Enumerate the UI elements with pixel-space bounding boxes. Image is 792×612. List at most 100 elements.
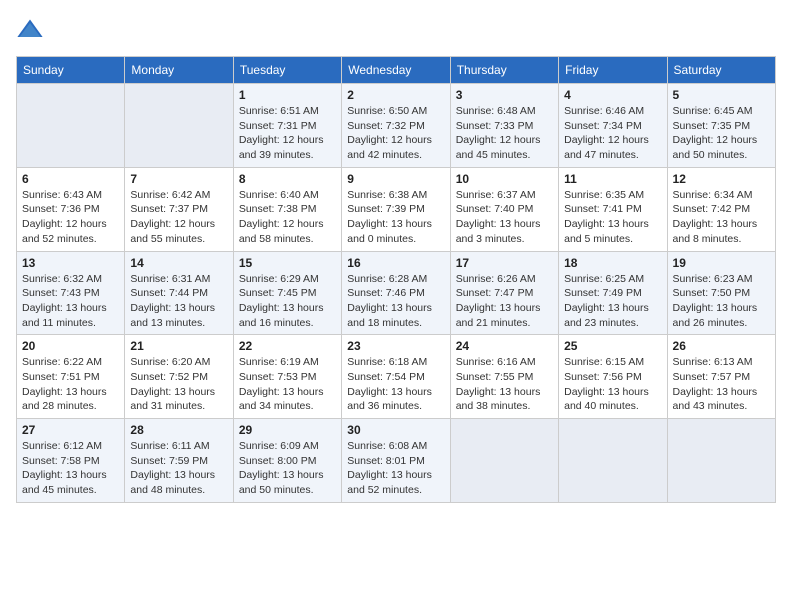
day-number: 18 [564,256,661,270]
calendar-cell: 7 Sunrise: 6:42 AMSunset: 7:37 PMDaylight… [125,167,233,251]
day-info: Sunrise: 6:31 AMSunset: 7:44 PMDaylight:… [130,272,227,331]
day-number: 27 [22,423,119,437]
day-info: Sunrise: 6:15 AMSunset: 7:56 PMDaylight:… [564,355,661,414]
calendar-table: SundayMondayTuesdayWednesdayThursdayFrid… [16,56,776,503]
calendar-week-row: 20 Sunrise: 6:22 AMSunset: 7:51 PMDayligh… [17,335,776,419]
calendar-cell: 23 Sunrise: 6:18 AMSunset: 7:54 PMDayligh… [342,335,450,419]
day-info: Sunrise: 6:16 AMSunset: 7:55 PMDaylight:… [456,355,553,414]
calendar-cell: 26 Sunrise: 6:13 AMSunset: 7:57 PMDayligh… [667,335,775,419]
calendar-cell: 17 Sunrise: 6:26 AMSunset: 7:47 PMDayligh… [450,251,558,335]
day-info: Sunrise: 6:34 AMSunset: 7:42 PMDaylight:… [673,188,770,247]
day-number: 5 [673,88,770,102]
day-number: 23 [347,339,444,353]
day-info: Sunrise: 6:51 AMSunset: 7:31 PMDaylight:… [239,104,336,163]
day-number: 22 [239,339,336,353]
calendar-cell: 30 Sunrise: 6:08 AMSunset: 8:01 PMDayligh… [342,419,450,503]
day-number: 3 [456,88,553,102]
day-info: Sunrise: 6:48 AMSunset: 7:33 PMDaylight:… [456,104,553,163]
calendar-cell: 25 Sunrise: 6:15 AMSunset: 7:56 PMDayligh… [559,335,667,419]
calendar-week-row: 13 Sunrise: 6:32 AMSunset: 7:43 PMDayligh… [17,251,776,335]
calendar-cell: 13 Sunrise: 6:32 AMSunset: 7:43 PMDayligh… [17,251,125,335]
day-number: 21 [130,339,227,353]
day-number: 8 [239,172,336,186]
day-number: 1 [239,88,336,102]
day-header-friday: Friday [559,57,667,84]
day-info: Sunrise: 6:12 AMSunset: 7:58 PMDaylight:… [22,439,119,498]
calendar-week-row: 6 Sunrise: 6:43 AMSunset: 7:36 PMDaylight… [17,167,776,251]
day-number: 13 [22,256,119,270]
day-info: Sunrise: 6:46 AMSunset: 7:34 PMDaylight:… [564,104,661,163]
day-number: 26 [673,339,770,353]
day-number: 9 [347,172,444,186]
day-info: Sunrise: 6:42 AMSunset: 7:37 PMDaylight:… [130,188,227,247]
day-number: 4 [564,88,661,102]
calendar-week-row: 1 Sunrise: 6:51 AMSunset: 7:31 PMDaylight… [17,84,776,168]
day-number: 30 [347,423,444,437]
day-number: 15 [239,256,336,270]
day-info: Sunrise: 6:18 AMSunset: 7:54 PMDaylight:… [347,355,444,414]
day-number: 11 [564,172,661,186]
calendar-cell: 16 Sunrise: 6:28 AMSunset: 7:46 PMDayligh… [342,251,450,335]
day-number: 17 [456,256,553,270]
day-info: Sunrise: 6:29 AMSunset: 7:45 PMDaylight:… [239,272,336,331]
day-info: Sunrise: 6:11 AMSunset: 7:59 PMDaylight:… [130,439,227,498]
day-info: Sunrise: 6:43 AMSunset: 7:36 PMDaylight:… [22,188,119,247]
day-number: 28 [130,423,227,437]
calendar-cell: 27 Sunrise: 6:12 AMSunset: 7:58 PMDayligh… [17,419,125,503]
day-number: 19 [673,256,770,270]
day-number: 16 [347,256,444,270]
day-number: 20 [22,339,119,353]
calendar-cell: 22 Sunrise: 6:19 AMSunset: 7:53 PMDayligh… [233,335,341,419]
calendar-cell: 28 Sunrise: 6:11 AMSunset: 7:59 PMDayligh… [125,419,233,503]
calendar-header-row: SundayMondayTuesdayWednesdayThursdayFrid… [17,57,776,84]
day-number: 7 [130,172,227,186]
day-number: 2 [347,88,444,102]
day-number: 6 [22,172,119,186]
day-info: Sunrise: 6:08 AMSunset: 8:01 PMDaylight:… [347,439,444,498]
day-info: Sunrise: 6:26 AMSunset: 7:47 PMDaylight:… [456,272,553,331]
calendar-cell: 6 Sunrise: 6:43 AMSunset: 7:36 PMDaylight… [17,167,125,251]
day-info: Sunrise: 6:32 AMSunset: 7:43 PMDaylight:… [22,272,119,331]
calendar-cell: 11 Sunrise: 6:35 AMSunset: 7:41 PMDayligh… [559,167,667,251]
day-number: 24 [456,339,553,353]
calendar-cell: 20 Sunrise: 6:22 AMSunset: 7:51 PMDayligh… [17,335,125,419]
day-info: Sunrise: 6:22 AMSunset: 7:51 PMDaylight:… [22,355,119,414]
calendar-cell: 14Sunrise: 6:31 AMSunset: 7:44 PMDayligh… [125,251,233,335]
calendar-cell: 15 Sunrise: 6:29 AMSunset: 7:45 PMDayligh… [233,251,341,335]
day-header-sunday: Sunday [17,57,125,84]
calendar-cell [17,84,125,168]
calendar-cell: 8 Sunrise: 6:40 AMSunset: 7:38 PMDaylight… [233,167,341,251]
calendar-cell [450,419,558,503]
calendar-cell: 9Sunrise: 6:38 AMSunset: 7:39 PMDaylight… [342,167,450,251]
calendar-cell: 21 Sunrise: 6:20 AMSunset: 7:52 PMDayligh… [125,335,233,419]
day-info: Sunrise: 6:50 AMSunset: 7:32 PMDaylight:… [347,104,444,163]
calendar-week-row: 27 Sunrise: 6:12 AMSunset: 7:58 PMDayligh… [17,419,776,503]
day-info: Sunrise: 6:13 AMSunset: 7:57 PMDaylight:… [673,355,770,414]
day-info: Sunrise: 6:40 AMSunset: 7:38 PMDaylight:… [239,188,336,247]
calendar-cell: 2 Sunrise: 6:50 AMSunset: 7:32 PMDaylight… [342,84,450,168]
day-number: 10 [456,172,553,186]
calendar-cell [667,419,775,503]
day-header-saturday: Saturday [667,57,775,84]
day-info: Sunrise: 6:28 AMSunset: 7:46 PMDaylight:… [347,272,444,331]
day-header-monday: Monday [125,57,233,84]
day-number: 25 [564,339,661,353]
day-header-thursday: Thursday [450,57,558,84]
calendar-cell: 24 Sunrise: 6:16 AMSunset: 7:55 PMDayligh… [450,335,558,419]
calendar-cell [559,419,667,503]
calendar-cell: 29Sunrise: 6:09 AMSunset: 8:00 PMDayligh… [233,419,341,503]
logo-icon [16,16,44,44]
page-header [16,16,776,44]
calendar-cell: 4 Sunrise: 6:46 AMSunset: 7:34 PMDaylight… [559,84,667,168]
day-number: 29 [239,423,336,437]
calendar-cell: 10 Sunrise: 6:37 AMSunset: 7:40 PMDayligh… [450,167,558,251]
day-info: Sunrise: 6:19 AMSunset: 7:53 PMDaylight:… [239,355,336,414]
calendar-cell: 5Sunrise: 6:45 AMSunset: 7:35 PMDaylight… [667,84,775,168]
calendar-cell: 1 Sunrise: 6:51 AMSunset: 7:31 PMDaylight… [233,84,341,168]
calendar-cell: 12Sunrise: 6:34 AMSunset: 7:42 PMDayligh… [667,167,775,251]
logo [16,16,48,44]
day-info: Sunrise: 6:20 AMSunset: 7:52 PMDaylight:… [130,355,227,414]
day-info: Sunrise: 6:35 AMSunset: 7:41 PMDaylight:… [564,188,661,247]
day-info: Sunrise: 6:23 AMSunset: 7:50 PMDaylight:… [673,272,770,331]
day-info: Sunrise: 6:37 AMSunset: 7:40 PMDaylight:… [456,188,553,247]
